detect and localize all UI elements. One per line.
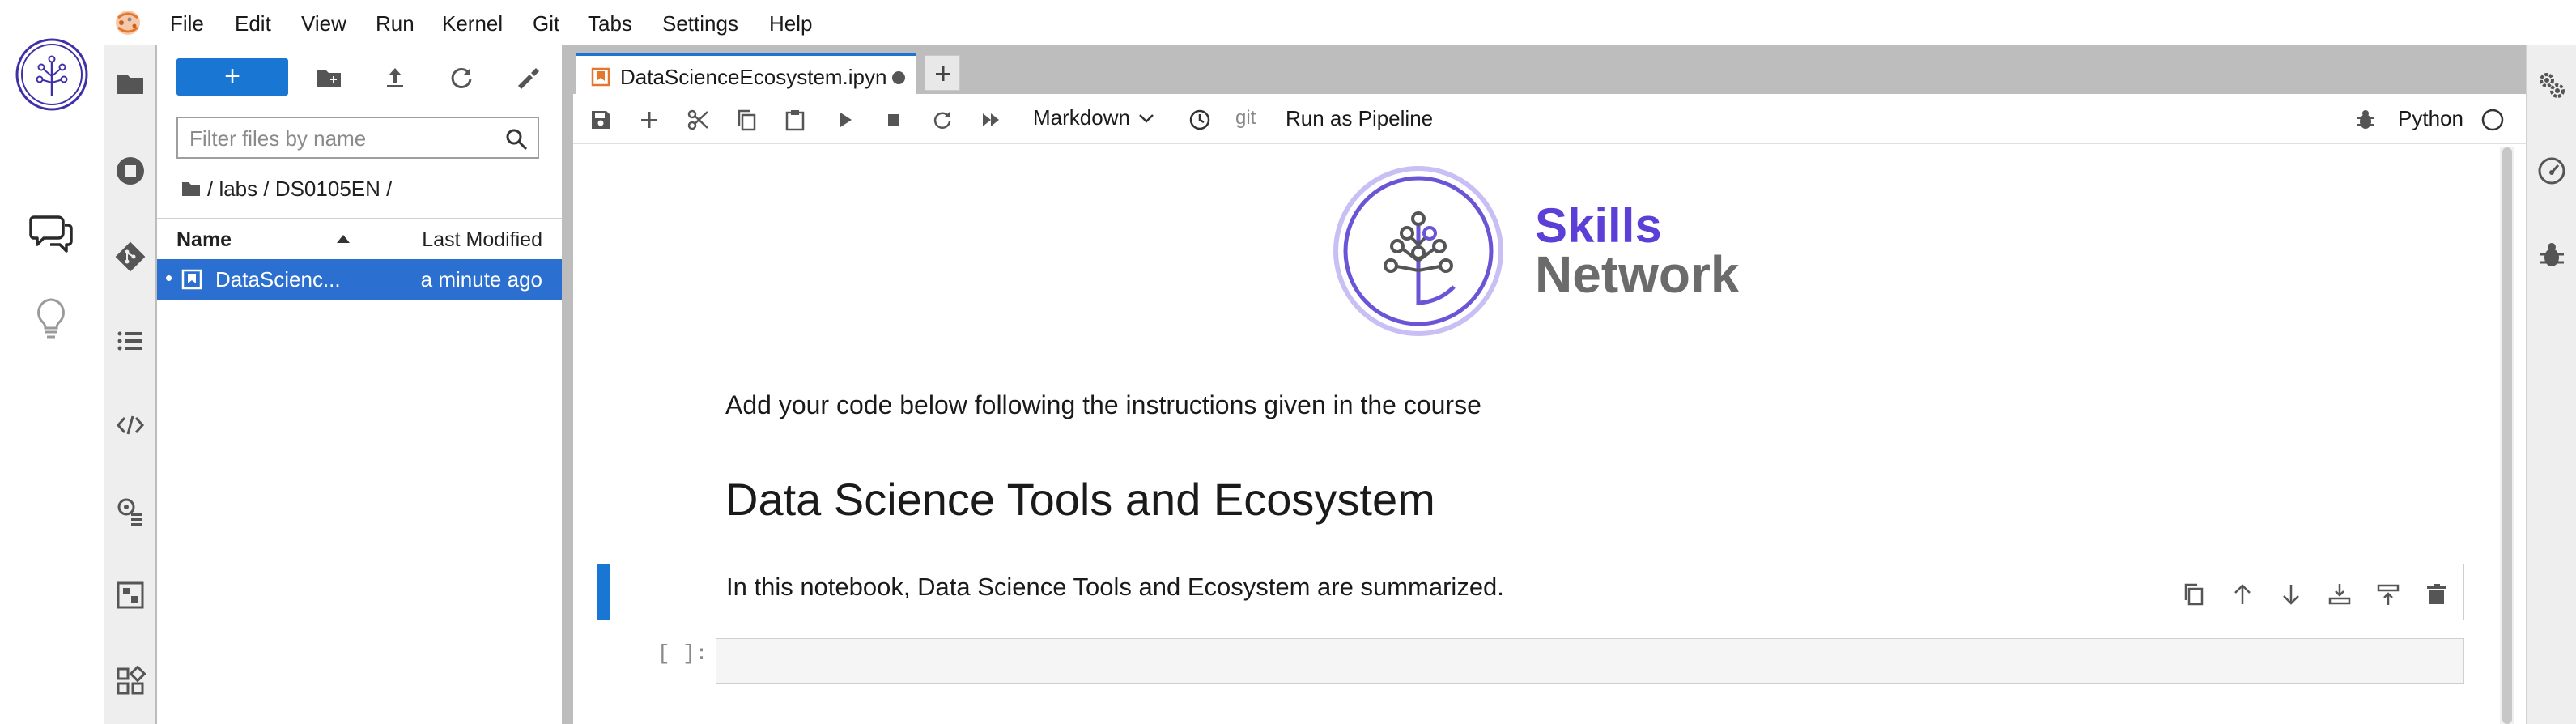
- run-as-pipeline-button[interactable]: Run as Pipeline: [1286, 106, 1433, 131]
- extension-manager-icon[interactable]: [115, 580, 146, 611]
- stop-icon[interactable]: [882, 109, 905, 131]
- new-launcher-button[interactable]: +: [176, 58, 288, 96]
- search-icon: [506, 129, 528, 151]
- puzzle-icon[interactable]: [115, 666, 146, 696]
- menu-kernel[interactable]: Kernel: [442, 11, 503, 36]
- panel-splitter[interactable]: [562, 45, 573, 724]
- unsaved-indicator-icon[interactable]: [892, 71, 905, 84]
- menu-help[interactable]: Help: [769, 11, 812, 36]
- file-list-item[interactable]: • DataScienc... a minute ago: [157, 259, 562, 300]
- running-terminals-icon[interactable]: [115, 155, 146, 186]
- menu-tabs[interactable]: Tabs: [588, 11, 632, 36]
- table-of-contents-icon[interactable]: [115, 326, 146, 356]
- restart-run-all-icon[interactable]: [980, 109, 1002, 131]
- active-markdown-cell[interactable]: In this notebook, Data Science Tools and…: [716, 564, 2464, 620]
- main-dock: DataScienceEcosystem.ipyn Markdown git R…: [573, 45, 2526, 724]
- tab-notebook[interactable]: DataScienceEcosystem.ipyn: [576, 53, 916, 94]
- resource-usage-gauge-icon[interactable]: [2536, 155, 2567, 186]
- right-side-bar: [2526, 45, 2576, 724]
- code-cell-prompt: [ ]:: [657, 641, 708, 666]
- menu-view[interactable]: View: [301, 11, 346, 36]
- markdown-intro-text: Add your code below following the instru…: [725, 390, 1481, 419]
- insert-cell-above-icon[interactable]: [2327, 582, 2352, 607]
- code-cell-editor[interactable]: [716, 638, 2464, 684]
- sort-ascending-icon[interactable]: [337, 235, 350, 243]
- notebook-file-icon: [181, 269, 202, 290]
- property-inspector-icon[interactable]: [115, 496, 146, 526]
- tab-bar: DataScienceEcosystem.ipyn: [573, 45, 2526, 94]
- new-tab-button[interactable]: [925, 55, 960, 91]
- logo-network-text: Network: [1535, 245, 1740, 304]
- plus-icon: [936, 66, 950, 81]
- code-snippet-icon[interactable]: [115, 410, 146, 441]
- breadcrumb: / labs / DS0105EN /: [181, 175, 392, 202]
- refresh-icon[interactable]: [447, 63, 476, 92]
- menu-run[interactable]: Run: [376, 11, 414, 36]
- kernel-name[interactable]: Python: [2398, 106, 2463, 131]
- notebook-content[interactable]: Skills Network Add your code below follo…: [573, 144, 2508, 724]
- file-list-header: Name Last Modified: [157, 218, 562, 258]
- cell-type-dropdown[interactable]: Markdown: [1033, 105, 1154, 130]
- paste-icon[interactable]: [784, 109, 806, 131]
- clock-icon[interactable]: [1188, 109, 1211, 131]
- active-cell-text: In this notebook, Data Science Tools and…: [726, 573, 1504, 601]
- move-cell-down-icon[interactable]: [2279, 582, 2303, 607]
- filter-files-input[interactable]: [189, 126, 489, 151]
- delete-cell-icon[interactable]: [2425, 582, 2449, 607]
- save-icon[interactable]: [589, 109, 612, 131]
- insert-cell-icon[interactable]: [638, 109, 661, 131]
- git-diff-button[interactable]: git: [1235, 107, 1256, 130]
- upload-icon[interactable]: [380, 63, 410, 92]
- tab-label: DataScienceEcosystem.ipyn: [620, 65, 887, 89]
- run-icon[interactable]: [834, 109, 857, 131]
- jupyter-logo-icon: [116, 11, 140, 35]
- column-name-header[interactable]: Name: [176, 228, 232, 252]
- file-running-indicator: •: [165, 266, 173, 290]
- lightbulb-icon[interactable]: [32, 296, 70, 342]
- menu-edit[interactable]: Edit: [235, 11, 271, 36]
- debugger-icon[interactable]: [2536, 240, 2567, 270]
- menu-file[interactable]: File: [170, 11, 204, 36]
- clear-filter-icon[interactable]: [513, 63, 542, 92]
- activity-bar: [104, 45, 157, 724]
- column-modified-header[interactable]: Last Modified: [422, 228, 542, 252]
- markdown-title-heading: Data Science Tools and Ecosystem: [725, 474, 1435, 525]
- file-name: DataScienc...: [215, 267, 341, 292]
- cell-type-value: Markdown: [1033, 105, 1130, 130]
- copy-icon[interactable]: [735, 109, 758, 131]
- move-cell-up-icon[interactable]: [2230, 582, 2255, 607]
- menu-settings[interactable]: Settings: [662, 11, 738, 36]
- skills-network-logo-icon[interactable]: [15, 37, 89, 112]
- menu-bar: File Edit View Run Kernel Git Tabs Setti…: [104, 0, 2576, 45]
- property-inspector-gears-icon[interactable]: [2536, 70, 2567, 100]
- restart-kernel-icon[interactable]: [931, 109, 954, 131]
- notebook-scrollbar-thumb[interactable]: [2502, 147, 2512, 724]
- kernel-idle-status-icon: [2481, 109, 2504, 131]
- notebook-tab-icon: [591, 67, 610, 87]
- active-cell-indicator[interactable]: [597, 564, 610, 620]
- menu-git[interactable]: Git: [533, 11, 559, 36]
- duplicate-cell-icon[interactable]: [2182, 582, 2206, 607]
- chevron-down-icon: [1139, 113, 1154, 123]
- insert-cell-below-icon[interactable]: [2376, 582, 2400, 607]
- chat-icon[interactable]: [29, 211, 73, 254]
- breadcrumb-path[interactable]: / labs / DS0105EN /: [207, 177, 392, 202]
- filter-box: [176, 117, 539, 159]
- notebook-toolbar: Markdown git Run as Pipeline Python: [573, 94, 2526, 144]
- git-icon[interactable]: [115, 241, 146, 272]
- new-folder-icon[interactable]: [314, 63, 343, 92]
- file-modified: a minute ago: [420, 267, 542, 292]
- debugger-bug-icon[interactable]: [2354, 109, 2377, 131]
- skills-network-logo-icon: [1333, 166, 1503, 336]
- folder-icon[interactable]: [115, 68, 146, 99]
- app-rail: [0, 0, 104, 724]
- file-browser: + / labs / DS0105EN / Name Last Modifi: [157, 45, 562, 724]
- cut-icon[interactable]: [687, 109, 709, 131]
- folder-home-icon[interactable]: [181, 180, 201, 198]
